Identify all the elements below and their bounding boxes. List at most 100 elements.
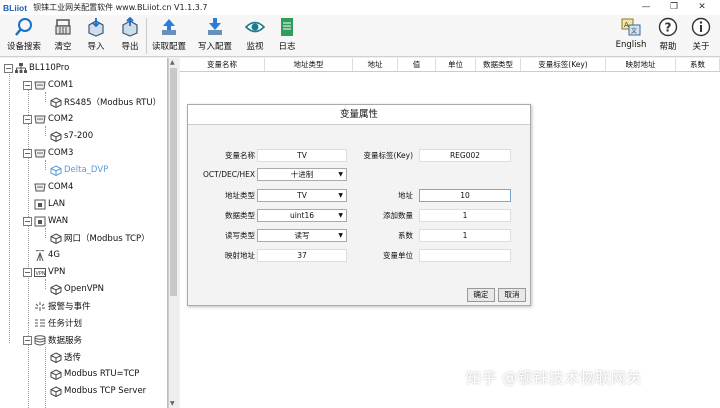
english-button[interactable]: A文 English: [612, 17, 650, 55]
coef-label: 系数: [398, 231, 413, 240]
col-unit[interactable]: 单位: [436, 58, 476, 71]
device-search-button[interactable]: 设备搜索: [2, 17, 46, 55]
col-key[interactable]: 变量标签(Key): [521, 58, 606, 71]
task-list-icon: [34, 318, 46, 329]
col-addr[interactable]: 地址: [353, 58, 398, 71]
rw-type-select-value: 读写: [294, 231, 310, 240]
minimize-button[interactable]: —: [632, 0, 660, 15]
col-data-type[interactable]: 数据类型: [476, 58, 521, 71]
tree-node-lan[interactable]: LAN: [34, 197, 65, 211]
watermark: 知乎 @钡铼技术物联网关: [466, 369, 642, 387]
rw-type-label: 读写类型: [225, 231, 255, 240]
collapse-toggle[interactable]: −: [4, 63, 13, 73]
tree-node-modbus-rtu-tcp[interactable]: Modbus RTU=TCP: [50, 367, 139, 381]
export-label: 导出: [121, 42, 139, 52]
unit-input[interactable]: [419, 249, 511, 262]
tree-node-com1[interactable]: − COM1: [23, 78, 73, 92]
monitor-button[interactable]: 监视: [242, 17, 268, 55]
device-node-icon: [50, 96, 62, 108]
tree-node-modbus-tcp-server[interactable]: Modbus TCP Server: [50, 384, 146, 398]
tree-node-vpn[interactable]: − VPN VPN: [23, 265, 65, 279]
col-var-name[interactable]: 变量名称: [180, 58, 265, 71]
ok-button[interactable]: 确定: [467, 288, 495, 302]
tree-node-4g[interactable]: 4G: [34, 248, 60, 262]
addr-input[interactable]: 10: [419, 189, 511, 202]
col-value[interactable]: 值: [398, 58, 436, 71]
map-addr-input[interactable]: 37: [257, 249, 347, 262]
key-input[interactable]: REG002: [419, 149, 511, 162]
tree-node-com1-device[interactable]: RS485（Modbus RTU）: [50, 95, 161, 109]
var-name-input[interactable]: TV: [257, 149, 347, 162]
key-label: 变量标签(Key): [363, 151, 413, 160]
tree-label-wan-device: 网口（Modbus TCP）: [64, 234, 150, 244]
device-node-icon: [50, 130, 62, 142]
tree-node-com2[interactable]: − COM2: [23, 112, 73, 126]
upload-arrow-icon: [162, 19, 176, 35]
tree-label-task: 任务计划: [48, 319, 83, 329]
search-icon: [15, 18, 32, 36]
restore-button[interactable]: ❐: [660, 0, 688, 15]
import-box-icon: [88, 18, 104, 37]
log-document-icon: [281, 18, 293, 36]
tree-node-task[interactable]: 任务计划: [34, 316, 82, 330]
log-label: 日志: [278, 42, 296, 52]
tree-node-wan[interactable]: − WAN: [23, 214, 68, 228]
eye-icon: [245, 21, 265, 33]
coef-input[interactable]: 1: [419, 229, 511, 242]
collapse-toggle[interactable]: −: [23, 148, 32, 158]
base-select[interactable]: 十进制 ▼: [257, 168, 347, 181]
export-button[interactable]: 导出: [116, 17, 144, 55]
tree-node-passthrough[interactable]: 透传: [50, 350, 81, 364]
device-node-icon: [50, 232, 62, 244]
help-button[interactable]: ? 帮助: [655, 17, 681, 55]
write-config-button[interactable]: 写入配置: [194, 17, 236, 55]
add-count-label: 添加数量: [383, 211, 413, 220]
col-coef[interactable]: 系数: [676, 58, 720, 71]
scroll-down-icon[interactable]: ▼: [170, 400, 175, 407]
tree-node-com2-device[interactable]: s7-200: [50, 129, 93, 143]
col-map-addr[interactable]: 映射地址: [606, 58, 676, 71]
dropdown-arrow-icon: ▼: [338, 212, 343, 219]
tree-node-wan-device[interactable]: 网口（Modbus TCP）: [50, 231, 150, 245]
network-icon: [15, 62, 27, 74]
tree-node-com4[interactable]: COM4: [34, 180, 73, 194]
addr-type-select-value: TV: [297, 191, 307, 200]
tree-node-root[interactable]: − BL110Pro: [4, 61, 69, 75]
serial-port-icon: [34, 80, 46, 91]
tree-node-alarm[interactable]: 报警与事件: [34, 299, 91, 313]
about-button[interactable]: 关于: [688, 17, 714, 55]
tree-node-com3[interactable]: − COM3: [23, 146, 73, 160]
variable-properties-dialog: 变量属性 变量名称 TV 变量标签(Key) REG002 OCT/DEC/HE…: [187, 104, 531, 306]
clear-button[interactable]: 清空: [48, 17, 78, 55]
data-type-select[interactable]: uint16 ▼: [257, 209, 347, 222]
import-button[interactable]: 导入: [82, 17, 110, 55]
tree-label-com1: COM1: [48, 80, 74, 90]
scroll-thumb[interactable]: [170, 68, 177, 296]
cancel-button[interactable]: 取消: [498, 288, 526, 302]
tree-label-com2-device: s7-200: [64, 131, 94, 141]
log-button[interactable]: 日志: [274, 17, 300, 55]
close-button[interactable]: ✕: [688, 0, 716, 15]
tree-label-modbus-tcp-server: Modbus TCP Server: [64, 386, 147, 396]
app-logo: BLiiot: [3, 2, 28, 13]
addr-type-select[interactable]: TV ▼: [257, 189, 347, 202]
serial-port-icon: [34, 114, 46, 125]
collapse-toggle[interactable]: −: [23, 335, 32, 345]
tree-label-com1-device: RS485（Modbus RTU）: [64, 98, 162, 108]
read-config-button[interactable]: 读取配置: [148, 17, 190, 55]
collapse-toggle[interactable]: −: [23, 80, 32, 90]
toolbar: 设备搜索 清空 导入 导出 读取配置 写入配置 监视 日志 A文 English…: [0, 15, 720, 57]
add-count-input[interactable]: 1: [419, 209, 511, 222]
tree-node-openvpn[interactable]: OpenVPN: [50, 282, 104, 296]
download-arrow-icon: [208, 18, 222, 35]
device-node-icon: [50, 385, 62, 397]
col-addr-type[interactable]: 地址类型: [265, 58, 353, 71]
tree-node-data-service[interactable]: − 数据服务: [23, 333, 82, 347]
collapse-toggle[interactable]: −: [23, 267, 32, 277]
scroll-up-icon[interactable]: ▲: [170, 59, 175, 66]
collapse-toggle[interactable]: −: [23, 216, 32, 226]
rw-type-select[interactable]: 读写 ▼: [257, 229, 347, 242]
collapse-toggle[interactable]: −: [23, 114, 32, 124]
tree-scrollbar[interactable]: ▲ ▼: [168, 58, 178, 408]
tree-node-com3-device[interactable]: Delta_DVP: [50, 163, 108, 177]
